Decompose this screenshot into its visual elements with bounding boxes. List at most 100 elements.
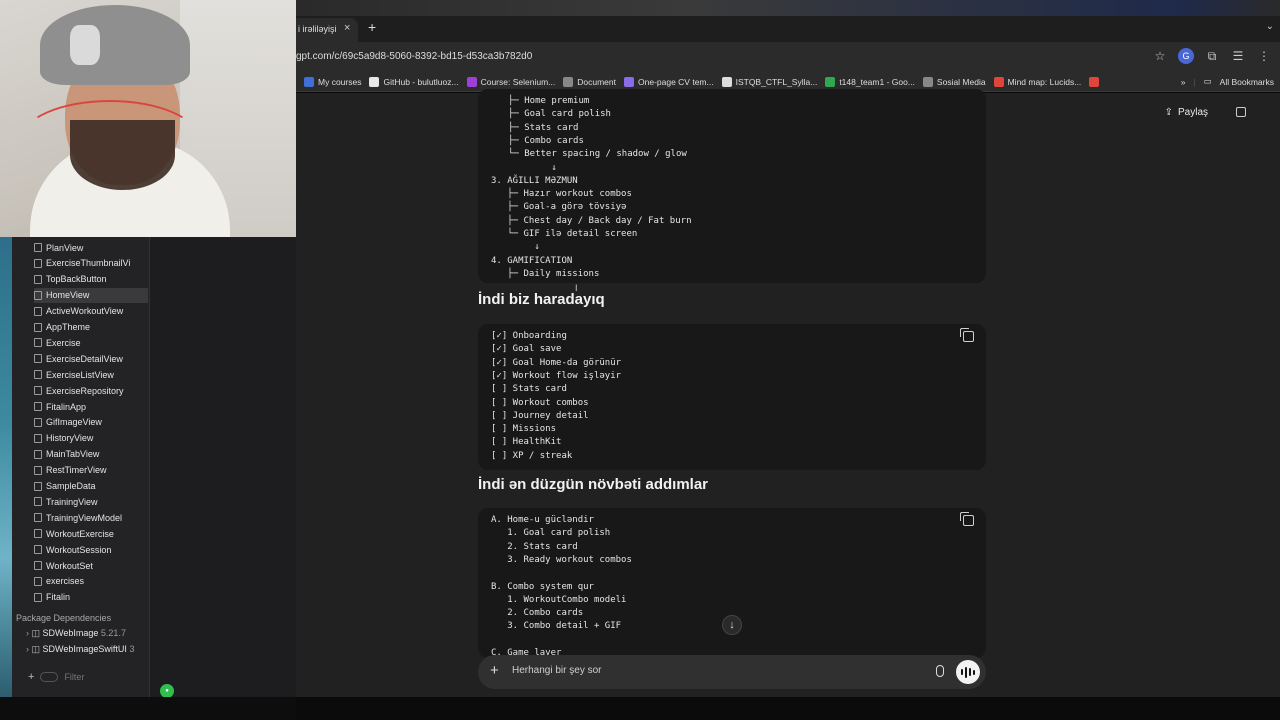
all-bookmarks-link[interactable]: All Bookmarks xyxy=(1220,77,1274,87)
bookmark-icon xyxy=(721,76,732,87)
package-version: 5.21.7 xyxy=(100,628,126,638)
star-icon[interactable]: ☆ xyxy=(1152,48,1168,64)
file-item[interactable]: FitalinApp xyxy=(34,399,148,414)
scroll-down-button[interactable]: ↓ xyxy=(722,615,742,635)
bookmark-list: My courses GitHub - bulutluoz... Course: S… xyxy=(296,76,1103,87)
file-item[interactable]: PlanView xyxy=(34,240,148,255)
file-item[interactable]: TopBackButton xyxy=(34,272,148,287)
file-item[interactable]: HomeView xyxy=(34,287,148,303)
file-item[interactable]: ExerciseDetailView xyxy=(34,351,148,366)
add-icon[interactable]: + xyxy=(28,671,34,683)
filter-icon[interactable] xyxy=(40,672,59,682)
bookmark-item[interactable]: Sosial Media xyxy=(922,76,986,87)
code-line: ├─ Home premium xyxy=(508,96,590,106)
bookmark-item[interactable]: Document xyxy=(563,76,616,87)
folder-icon xyxy=(34,592,42,602)
more-bookmarks-icon[interactable]: » xyxy=(1181,77,1186,87)
bookmark-item[interactable] xyxy=(1089,76,1103,87)
copy-icon[interactable] xyxy=(960,512,974,526)
package-item[interactable]: › ◫ SDWebImageSwiftUI 3 xyxy=(26,644,134,655)
tab-search-icon[interactable]: ⌄ xyxy=(1266,21,1274,32)
file-item[interactable]: ExerciseThumbnailVi xyxy=(34,256,148,271)
active-tab[interactable]: i irəliləyişi × xyxy=(296,18,358,42)
heading-where-we-are: İndi biz haradayıq xyxy=(478,291,605,308)
file-name: GifImageView xyxy=(46,417,102,428)
url-text[interactable]: gpt.com/c/69c5a9d8-5060-8392-bd15-d53ca3… xyxy=(296,51,532,62)
bookmark-item[interactable]: One-page CV tem... xyxy=(624,76,714,87)
mouse-cursor-icon: I xyxy=(575,283,578,293)
file-item[interactable]: RestTimerView xyxy=(34,463,148,478)
file-item[interactable]: ExerciseListView xyxy=(34,367,148,382)
bookmark-icon xyxy=(825,76,836,87)
file-item[interactable]: GifImageView xyxy=(34,415,148,430)
new-tab-button[interactable]: + xyxy=(368,19,376,35)
bookmark-icon xyxy=(466,76,477,87)
package-version: 3 xyxy=(129,644,135,654)
code-line: ↓ xyxy=(491,242,540,253)
file-item[interactable]: Exercise xyxy=(34,335,148,350)
bookmarks-right: » | ▭ All Bookmarks xyxy=(1180,76,1274,87)
code-line: 3. Combo detail + GIF xyxy=(491,621,622,632)
bookmark-icon xyxy=(563,76,574,87)
add-attachment-button[interactable]: + xyxy=(490,662,499,679)
close-icon[interactable]: × xyxy=(344,22,350,34)
bookmark-item[interactable]: ISTQB_CTFL_Sylla... xyxy=(721,76,817,87)
code-block-progress: [✓] Onboarding [✓] Goal save [✓] Goal Home… xyxy=(478,324,986,470)
copy-icon[interactable] xyxy=(960,328,974,342)
bookmark-item[interactable]: Mind map: Lucids... xyxy=(993,76,1081,87)
file-item[interactable]: Fitalin xyxy=(34,590,148,605)
file-name: TopBackButton xyxy=(46,274,107,285)
share-icon: ⇪ xyxy=(1164,107,1173,118)
code-line: 1. WorkoutCombo modeli xyxy=(491,594,627,605)
file-name: ExerciseDetailView xyxy=(46,353,123,364)
bookmark-item[interactable]: Course: Selenium... xyxy=(466,76,555,87)
file-name: TrainingView xyxy=(46,496,98,507)
file-item[interactable]: AppTheme xyxy=(34,320,148,335)
file-item[interactable]: TrainingView xyxy=(34,494,148,509)
window-top-strip xyxy=(296,0,1280,16)
code-line: [ ] Workout combos xyxy=(491,397,589,408)
share-button[interactable]: ⇪ Paylaş xyxy=(1165,107,1208,118)
document-icon[interactable] xyxy=(1236,107,1246,117)
voice-mode-button[interactable] xyxy=(956,660,980,684)
bookmark-item[interactable]: My courses xyxy=(304,76,361,87)
file-name: exercises xyxy=(46,576,85,587)
file-item[interactable]: exercises xyxy=(34,574,148,589)
file-icon xyxy=(34,370,42,380)
filter-input[interactable] xyxy=(64,672,135,682)
chat-area: ⇪ Paylaş ├─ Home premium ├─ Goal card pol… xyxy=(296,89,1280,697)
bookmark-label: Document xyxy=(577,76,616,87)
microphone-icon[interactable] xyxy=(936,665,944,677)
address-bar: gpt.com/c/69c5a9d8-5060-8392-bd15-d53ca3… xyxy=(296,42,1280,72)
heading-next-steps: İndi ən düzgün növbəti addımlar xyxy=(478,476,709,493)
file-item[interactable]: MainTabView xyxy=(34,447,148,462)
code-line: [✓] Goal Home-da görünür xyxy=(491,357,622,368)
file-icon xyxy=(34,274,42,284)
file-item[interactable]: HistoryView xyxy=(34,431,148,446)
message-input[interactable] xyxy=(512,665,892,676)
file-item[interactable]: WorkoutExercise xyxy=(34,526,148,541)
code-block-next-steps: A. Home-u gücləndir 1. Goal card polish … xyxy=(478,508,986,658)
code-line: [ ] Missions xyxy=(491,424,557,435)
file-item[interactable]: WorkoutSession xyxy=(34,542,148,557)
more-menu-icon[interactable]: ⋮ xyxy=(1256,48,1272,64)
file-item[interactable]: WorkoutSet xyxy=(34,558,148,573)
package-item[interactable]: › ◫ SDWebImage 5.21.7 xyxy=(26,628,126,639)
file-icon xyxy=(34,322,42,332)
code-line: └─ Better spacing / shadow / glow xyxy=(508,149,687,160)
file-name: HistoryView xyxy=(46,433,94,444)
profile-icon[interactable]: ☰ xyxy=(1230,48,1246,64)
file-item[interactable]: TrainingViewModel xyxy=(34,510,148,525)
file-item[interactable]: SampleData xyxy=(34,479,148,494)
file-item[interactable]: ActiveWorkoutView xyxy=(34,304,148,319)
share-label: Paylaş xyxy=(1177,107,1208,118)
code-line: ├─ Chest day / Back day / Fat burn xyxy=(491,215,692,226)
bookmark-item[interactable]: GitHub - bulutluoz... xyxy=(369,76,459,87)
extensions-icon[interactable]: ⧉ xyxy=(1204,48,1220,64)
bookmark-item[interactable]: t148_team1 - Goo... xyxy=(825,76,915,87)
file-icon xyxy=(34,243,42,252)
google-extension-icon[interactable]: G xyxy=(1178,48,1194,64)
file-item[interactable]: ExerciseRepository xyxy=(34,383,148,398)
code-line: [✓] Onboarding xyxy=(491,331,567,341)
toolbar-icons: ☆ G ⧉ ☰ ⋮ xyxy=(1152,48,1272,64)
